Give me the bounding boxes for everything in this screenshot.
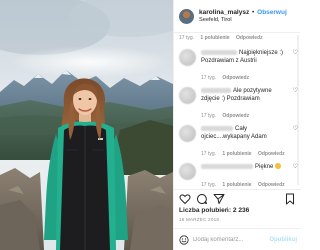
comment-likes[interactable]: 1 polubienie	[222, 151, 251, 157]
comment-meta: 17 tyg. 1 polubienie Odpowiedz	[174, 150, 301, 159]
comment-likes[interactable]: 1 polubienie	[200, 35, 229, 41]
author-info: karolina_malysz • Obserwuj Seefeld, Tiro…	[199, 9, 287, 24]
emoji-picker-icon[interactable]	[179, 234, 189, 245]
post-actions-bar	[174, 189, 301, 205]
comment-text: Piękne	[255, 164, 274, 170]
comments-list: 17 tyg. 1 polubienie Odpowiedz Najpiękni…	[174, 28, 301, 190]
commenter-avatar[interactable]	[179, 163, 196, 180]
post-photo[interactable]	[0, 0, 173, 250]
commenter-avatar[interactable]	[179, 125, 196, 142]
reply-button[interactable]: Odpowiedz	[222, 75, 249, 81]
heart-icon[interactable]	[179, 193, 191, 205]
bookmark-icon[interactable]	[284, 193, 296, 205]
reply-button[interactable]: Odpowiedz	[258, 182, 285, 188]
smile-emoji-icon	[275, 163, 282, 170]
comment-item: Cały ojciec....wykapany Adam ♡	[174, 125, 301, 147]
comment-like-heart-icon[interactable]: ♡	[293, 163, 298, 171]
comment-input[interactable]	[193, 236, 273, 243]
comment-like-heart-icon[interactable]: ♡	[293, 87, 298, 95]
reply-button[interactable]: Odpowiedz	[258, 151, 285, 157]
author-username[interactable]: karolina_malysz	[199, 9, 249, 16]
comment-meta: 17 tyg. 1 polubienie Odpowiedz	[174, 34, 301, 43]
comment-item: Piękne ♡	[174, 163, 301, 181]
commenter-username-blurred[interactable]	[201, 163, 253, 169]
likes-count[interactable]: Liczba polubień: 2 236	[179, 207, 249, 214]
commenter-username-blurred[interactable]	[201, 125, 233, 131]
mountain-portrait-image	[0, 0, 173, 250]
comment-likes[interactable]: 1 polubienie	[222, 182, 251, 188]
comment-icon[interactable]	[196, 193, 208, 205]
commenter-username-blurred[interactable]	[201, 87, 231, 93]
author-avatar[interactable]	[179, 8, 194, 24]
reply-button[interactable]: Odpowiedz	[222, 113, 249, 119]
share-icon[interactable]	[213, 193, 225, 205]
comment-like-heart-icon[interactable]: ♡	[293, 49, 298, 57]
post-side-panel: karolina_malysz • Obserwuj Seefeld, Tiro…	[173, 0, 301, 250]
commenter-avatar[interactable]	[179, 87, 196, 104]
instagram-post: karolina_malysz • Obserwuj Seefeld, Tiro…	[0, 0, 301, 250]
comment-time: 17 tyg.	[179, 35, 195, 41]
comment-meta: 17 tyg. Odpowiedz	[174, 112, 301, 121]
comment-time: 17 tyg.	[201, 113, 217, 119]
separator-dot: •	[252, 8, 255, 16]
add-comment-bar: Opublikuj	[174, 228, 301, 250]
comment-time: 17 tyg.	[201, 75, 217, 81]
reply-button[interactable]: Odpowiedz	[236, 35, 263, 41]
author-line: karolina_malysz • Obserwuj	[199, 9, 287, 17]
post-date: 16 MARZEC 2018	[179, 217, 220, 222]
location-link[interactable]: Seefeld, Tirol	[199, 17, 287, 24]
comment-meta: 17 tyg. Odpowiedz	[174, 74, 301, 83]
commenter-username-blurred[interactable]	[201, 49, 237, 55]
commenter-avatar[interactable]	[179, 49, 196, 66]
comment-item: Ale pozytywne zdjęcie :) Pozdrawiam ♡	[174, 87, 301, 109]
comment-like-heart-icon[interactable]: ♡	[293, 125, 298, 133]
follow-button[interactable]: Obserwuj	[257, 9, 287, 16]
comment-time: 17 tyg.	[201, 182, 217, 188]
publish-button[interactable]: Opublikuj	[269, 237, 297, 243]
comment-item: Najpiękniejsze :) Pozdrawiam z Austrii ♡	[174, 49, 301, 71]
comment-time: 17 tyg.	[201, 151, 217, 157]
